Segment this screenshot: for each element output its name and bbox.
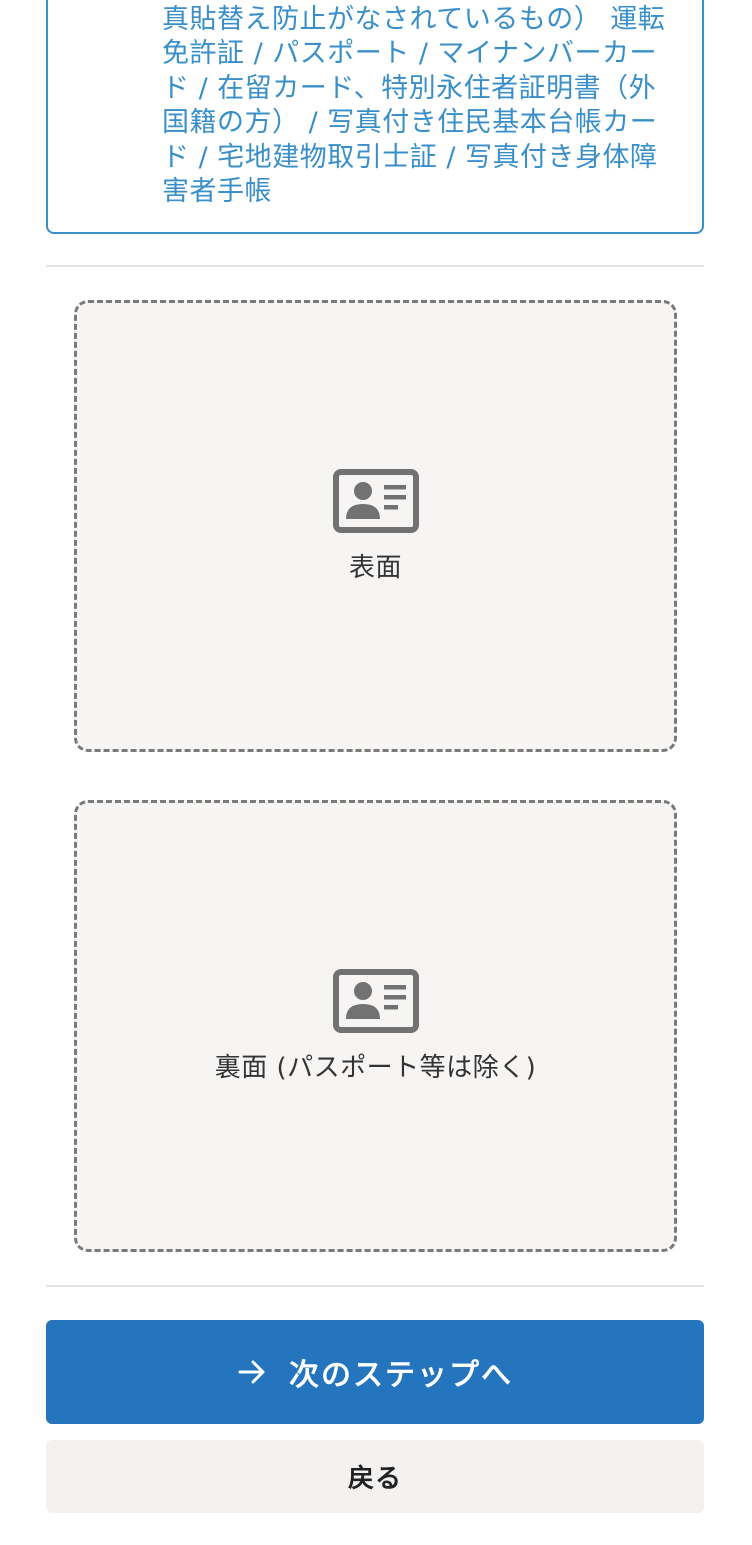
divider-bottom [46,1285,704,1287]
accepted-id-list-text: 提示できる身分証は以下の通りです（写真貼替え防止がなされているもの） 運転免許証… [162,3,666,208]
id-card-icon [332,968,419,1033]
upload-back-label: 裏面 (パスポート等は除く) [214,1052,537,1083]
upload-back-dropzone[interactable]: 裏面 (パスポート等は除く) [74,800,677,1252]
id-upload-page: 提示できる身分証は以下の通りです（写真貼替え防止がなされているもの） 運転免許証… [0,0,752,1545]
upload-front-label: 表面 [348,552,402,583]
upload-front-dropzone[interactable]: 表面 [74,300,677,752]
next-step-label: 次のステップへ [289,1358,513,1393]
back-label: 戻る [347,1464,402,1494]
id-card-icon [332,468,419,533]
arrow-right-icon [238,1360,265,1384]
back-button[interactable]: 戻る [46,1440,704,1513]
next-step-button[interactable]: 次のステップへ [46,1320,704,1424]
divider-top [46,265,704,267]
accepted-id-info-box: 提示できる身分証は以下の通りです（写真貼替え防止がなされているもの） 運転免許証… [46,0,704,234]
